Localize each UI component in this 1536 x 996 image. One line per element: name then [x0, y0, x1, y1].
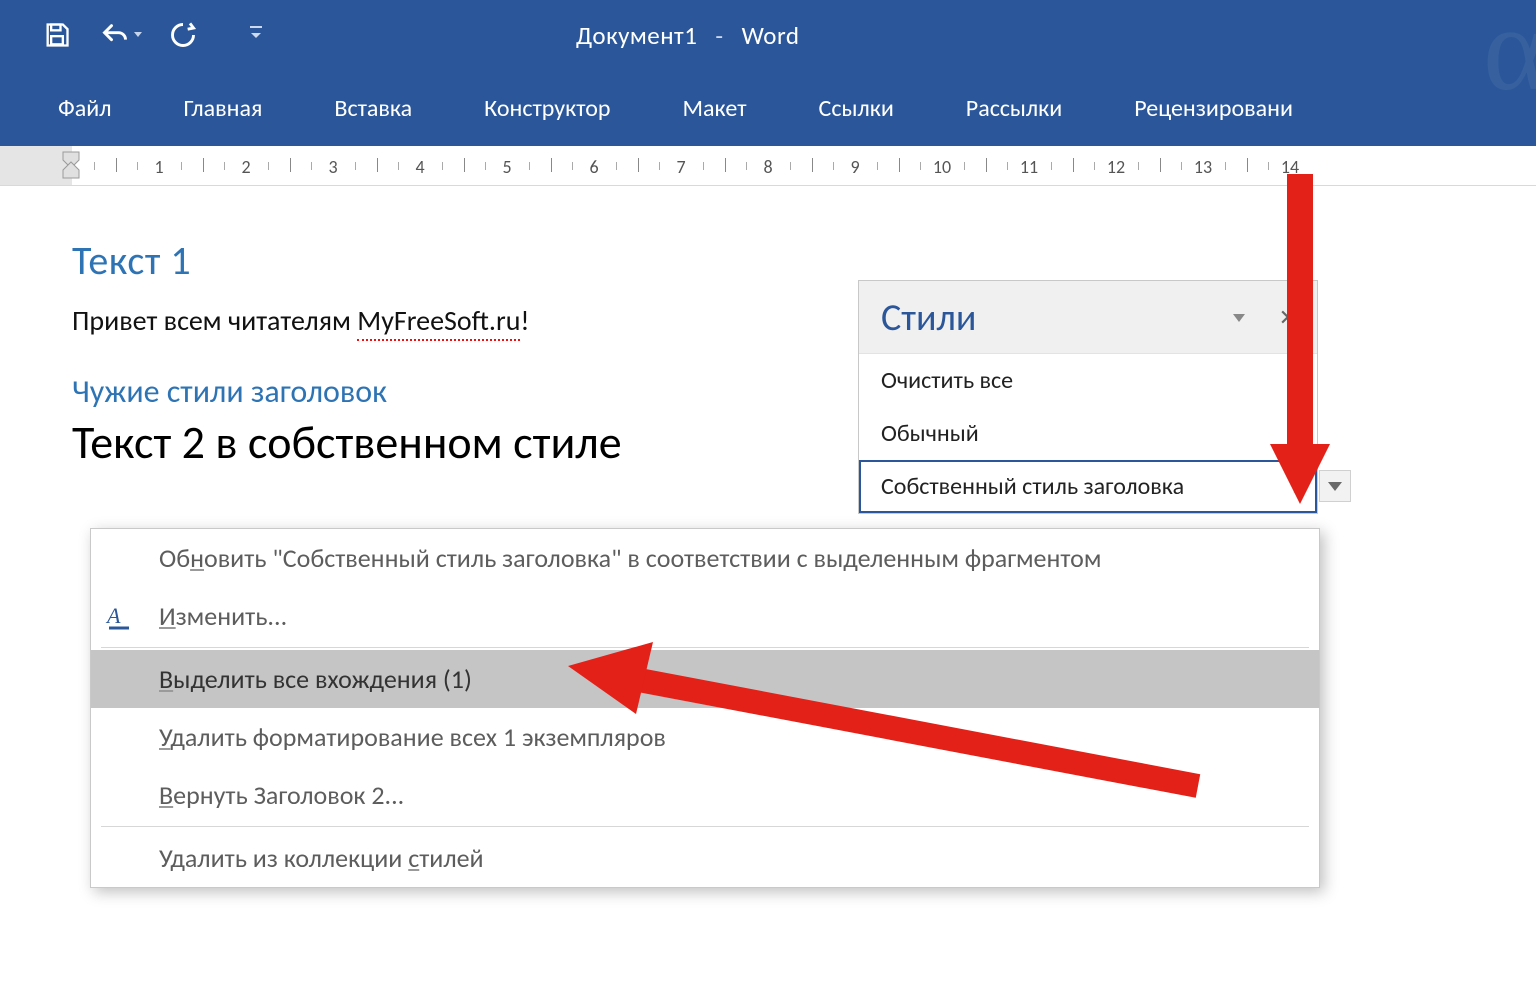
undo-icon — [100, 20, 130, 50]
ruler-number: 6 — [589, 156, 598, 178]
ctx-label: Выделить все вхождения (1) — [159, 663, 472, 695]
close-icon[interactable]: ✕ — [1279, 305, 1297, 331]
undo-button[interactable] — [100, 20, 140, 50]
ctx-revert-heading2[interactable]: Вернуть Заголовок 2... — [91, 766, 1319, 824]
ruler-number: 2 — [241, 156, 250, 178]
ruler-number: 7 — [676, 156, 685, 178]
menu-separator — [101, 826, 1309, 827]
chevron-down-icon — [1328, 482, 1342, 491]
styles-list: Очистить все Обычный ¶ Собственный стиль… — [859, 353, 1317, 513]
svg-text:A: A — [105, 603, 121, 628]
ribbon-tabs: Файл Главная Вставка Конструктор Макет С… — [0, 70, 1536, 146]
redo-icon — [168, 20, 198, 50]
title-bar: Документ1 - Word α — [0, 0, 1536, 70]
tab-layout[interactable]: Макет — [647, 76, 783, 141]
body-suffix: ! — [520, 303, 529, 338]
ctx-label: Удалить форматирование всех 1 экземпляро… — [159, 721, 666, 753]
style-dropdown-button[interactable] — [1319, 470, 1351, 502]
ctx-label: Удалить из коллекции стилей — [159, 842, 484, 874]
ctx-remove-from-gallery[interactable]: Удалить из коллекции стилей — [91, 829, 1319, 887]
ruler-number: 8 — [763, 156, 772, 178]
styles-pane-header: Стили ✕ — [859, 281, 1317, 353]
ctx-label: Вернуть Заголовок 2... — [159, 779, 404, 811]
ctx-label: Обновить "Собственный стиль заголовка" в… — [159, 542, 1101, 574]
ctx-update-to-match[interactable]: Обновить "Собственный стиль заголовка" в… — [91, 529, 1319, 587]
style-label: Очистить все — [881, 366, 1013, 395]
tab-file[interactable]: Файл — [22, 76, 147, 141]
ruler-number: 13 — [1194, 156, 1212, 178]
pilcrow-icon: ¶ — [1290, 478, 1299, 496]
style-label: Обычный — [881, 419, 979, 448]
ruler-number: 9 — [850, 156, 859, 178]
style-item-normal[interactable]: Обычный ¶ — [859, 407, 1317, 460]
modify-style-icon: A — [105, 601, 135, 631]
ruler-number: 5 — [502, 156, 511, 178]
style-item-custom-heading[interactable]: Собственный стиль заголовка ¶ — [859, 460, 1317, 513]
tab-review[interactable]: Рецензировани — [1098, 76, 1329, 141]
body-prefix: Привет всем читателям — [72, 303, 357, 338]
ruler-number: 12 — [1107, 156, 1125, 178]
tab-design[interactable]: Конструктор — [448, 76, 646, 141]
ctx-modify[interactable]: A Изменить... — [91, 587, 1319, 645]
undo-dropdown-icon[interactable] — [134, 32, 140, 38]
ruler-number: 1 — [154, 156, 163, 178]
document-name: Документ1 — [576, 20, 697, 51]
heading-1: Текст 1 — [72, 236, 1536, 285]
tab-home[interactable]: Главная — [147, 76, 298, 141]
qat-customize-button[interactable] — [248, 24, 264, 47]
tab-insert[interactable]: Вставка — [298, 76, 448, 141]
spellcheck-word: MyFreeSoft.ru — [357, 303, 520, 341]
ruler-ticks: 1234567891011121314 — [72, 146, 1536, 185]
horizontal-ruler[interactable]: 1234567891011121314 — [0, 146, 1536, 186]
pilcrow-icon: ¶ — [1290, 425, 1299, 443]
ruler-number: 11 — [1020, 156, 1038, 178]
ruler-number: 3 — [328, 156, 337, 178]
ruler-number: 14 — [1281, 156, 1299, 178]
style-label: Собственный стиль заголовка — [881, 472, 1184, 501]
pane-options-icon[interactable] — [1233, 314, 1245, 322]
styles-pane: Стили ✕ Очистить все Обычный ¶ Собственн… — [858, 280, 1318, 514]
ruler-number: 4 — [415, 156, 424, 178]
ctx-clear-formatting[interactable]: Удалить форматирование всех 1 экземпляро… — [91, 708, 1319, 766]
tab-references[interactable]: Ссылки — [783, 76, 930, 141]
style-context-menu: Обновить "Собственный стиль заголовка" в… — [90, 528, 1320, 888]
quick-access-toolbar — [0, 20, 264, 50]
title-separator: - — [715, 20, 723, 51]
tab-mailings[interactable]: Рассылки — [930, 76, 1098, 141]
window-title: Документ1 - Word — [576, 20, 1344, 51]
redo-button[interactable] — [168, 20, 198, 50]
ctx-label: Изменить... — [159, 600, 287, 632]
ctx-select-all-instances[interactable]: Выделить все вхождения (1) — [91, 650, 1319, 708]
app-name: Word — [742, 20, 800, 51]
style-item-clear-all[interactable]: Очистить все — [859, 354, 1317, 407]
menu-separator — [101, 647, 1309, 648]
styles-pane-title: Стили — [881, 295, 976, 341]
save-icon[interactable] — [42, 20, 72, 50]
ruler-number: 10 — [933, 156, 951, 178]
